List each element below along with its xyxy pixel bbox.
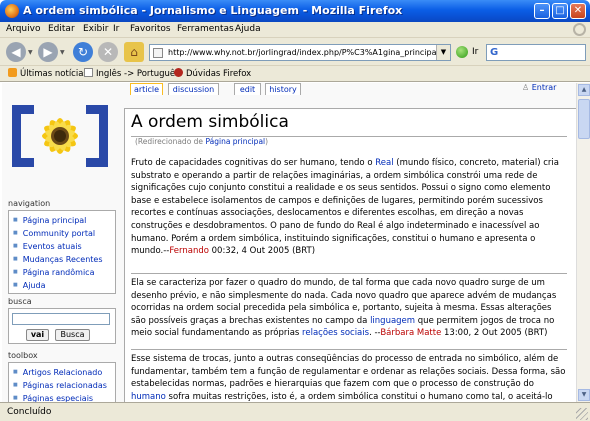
menu-bar: Arquivo Editar Exibir Ir Favoritos Ferra… — [0, 22, 590, 38]
comment-divider — [131, 273, 567, 274]
menu-ajuda[interactable]: Ajuda — [235, 24, 261, 34]
menu-editar[interactable]: Editar — [48, 24, 75, 34]
toolbox-portlet: Artigos Relacionado Páginas relacionadas… — [8, 362, 116, 402]
rss-icon — [8, 68, 17, 77]
address-dropdown-icon[interactable]: ▼ — [436, 45, 450, 60]
search-heading: busca — [8, 297, 32, 306]
forward-button[interactable]: ▶ — [38, 42, 58, 62]
home-button[interactable]: ⌂ — [124, 42, 144, 62]
nav-item-pagina-principal[interactable]: Página principal — [13, 214, 111, 227]
scroll-down-icon[interactable]: ▼ — [578, 389, 590, 401]
menu-ir[interactable]: Ir — [113, 24, 119, 34]
user-link-barbara-matte[interactable]: Bárbara Matte — [380, 328, 441, 338]
comment-divider — [131, 349, 567, 350]
article-body: A ordem simbólica (Redirecionado de Pági… — [124, 108, 576, 402]
throbber-icon — [573, 23, 586, 36]
toolbox-item-paginas-relacionadas[interactable]: Páginas relacionadas — [13, 379, 111, 392]
maximize-button[interactable]: □ — [552, 3, 568, 19]
close-button[interactable]: ✕ — [570, 3, 586, 19]
page-icon — [153, 48, 163, 58]
tab-article[interactable]: article — [130, 83, 163, 95]
firefox-icon — [5, 4, 19, 18]
site-logo[interactable] — [10, 97, 110, 175]
nav-item-mudancas-recentes[interactable]: Mudanças Recentes — [13, 253, 111, 266]
navigation-toolbar: ◀ ▼ ▶ ▼ ↻ ✕ ⌂ http://www.why.not.br/jorl… — [0, 38, 590, 66]
google-icon[interactable]: G — [490, 47, 498, 58]
address-bar[interactable]: http://www.why.not.br/jorlingrad/index.p… — [149, 44, 451, 61]
tab-edit[interactable]: edit — [234, 83, 261, 95]
scroll-up-icon[interactable]: ▲ — [578, 84, 590, 96]
bookmarks-toolbar: Últimas notícias Inglês -> Português Dúv… — [0, 66, 590, 82]
menu-favoritos[interactable]: Favoritos — [130, 24, 171, 34]
go-icon[interactable] — [456, 46, 468, 58]
paragraph-1: Fruto de capacidades cognitivas do ser h… — [131, 158, 559, 257]
nav-item-community-portal[interactable]: Community portal — [13, 227, 111, 240]
nav-item-ajuda[interactable]: Ajuda — [13, 279, 111, 292]
menu-arquivo[interactable]: Arquivo — [6, 24, 40, 34]
vertical-scrollbar[interactable]: ▲ ▼ — [576, 83, 590, 402]
page-title: A ordem simbólica — [131, 112, 289, 132]
status-bar: Concluído — [0, 402, 590, 421]
scroll-thumb[interactable] — [578, 99, 590, 139]
toolbox-item-paginas-especiais[interactable]: Páginas especiais — [13, 392, 111, 402]
go-button[interactable]: vai — [26, 329, 49, 341]
paragraph-3: Esse sistema de trocas, junto a outras c… — [131, 354, 566, 402]
navigation-portlet: Página principal Community portal Evento… — [8, 210, 116, 294]
link-humano[interactable]: humano — [131, 392, 166, 402]
forward-history-dropdown-icon[interactable]: ▼ — [60, 49, 65, 56]
window-title-bar: A ordem simbólica - Jornalismo e Linguag… — [0, 0, 590, 22]
link-linguagem[interactable]: linguagem — [370, 316, 415, 326]
link-relacoes-sociais[interactable]: relações sociais — [302, 328, 369, 338]
link-real[interactable]: Real — [375, 158, 393, 168]
user-link-fernando[interactable]: Fernando — [169, 246, 209, 256]
login-link[interactable]: ♙ Entrar — [522, 83, 556, 92]
back-history-dropdown-icon[interactable]: ▼ — [28, 49, 33, 56]
toolbox-heading: toolbox — [8, 351, 38, 360]
tab-discussion[interactable]: discussion — [168, 83, 219, 95]
reload-button[interactable]: ↻ — [73, 42, 93, 62]
redirect-link[interactable]: Página principal — [205, 137, 265, 146]
firefox-icon — [174, 68, 183, 77]
tab-history[interactable]: history — [265, 83, 301, 95]
bookmark-duvidas-firefox[interactable]: Dúvidas Firefox — [174, 68, 251, 79]
toolbox-item-artigos-relacionado[interactable]: Artigos Relacionado — [13, 366, 111, 379]
redirect-note: (Redirecionado de Página principal) — [135, 137, 269, 146]
menu-exibir[interactable]: Exibir — [83, 24, 108, 34]
back-button[interactable]: ◀ — [6, 42, 26, 62]
search-button[interactable]: Busca — [55, 329, 90, 341]
resize-grip-icon[interactable] — [576, 408, 588, 420]
stop-button[interactable]: ✕ — [98, 42, 118, 62]
menu-ferramentas[interactable]: Ferramentas — [177, 24, 234, 34]
status-text: Concluído — [7, 407, 52, 417]
paragraph-2: Ela se caracteriza por fazer o quadro do… — [131, 278, 557, 339]
search-engine-box[interactable]: G — [486, 44, 586, 61]
bookmark-ultimas-noticias[interactable]: Últimas notícias — [8, 68, 88, 79]
login-icon: ♙ — [522, 83, 532, 92]
page-content: article discussion edit history ♙ Entrar… — [2, 83, 576, 402]
nav-item-pagina-randomica[interactable]: Página randômica — [13, 266, 111, 279]
page-icon — [84, 68, 93, 77]
nav-item-eventos-atuais[interactable]: Eventos atuais — [13, 240, 111, 253]
go-button-label[interactable]: Ir — [472, 47, 478, 57]
bookmark-ingles-portugues[interactable]: Inglês -> Português — [84, 68, 180, 79]
address-url[interactable]: http://www.why.not.br/jorlingrad/index.p… — [168, 48, 439, 57]
window-title: A ordem simbólica - Jornalismo e Linguag… — [23, 4, 403, 17]
navigation-heading: navigation — [8, 199, 51, 208]
minimize-button[interactable]: – — [534, 3, 550, 19]
search-input[interactable] — [12, 313, 110, 325]
